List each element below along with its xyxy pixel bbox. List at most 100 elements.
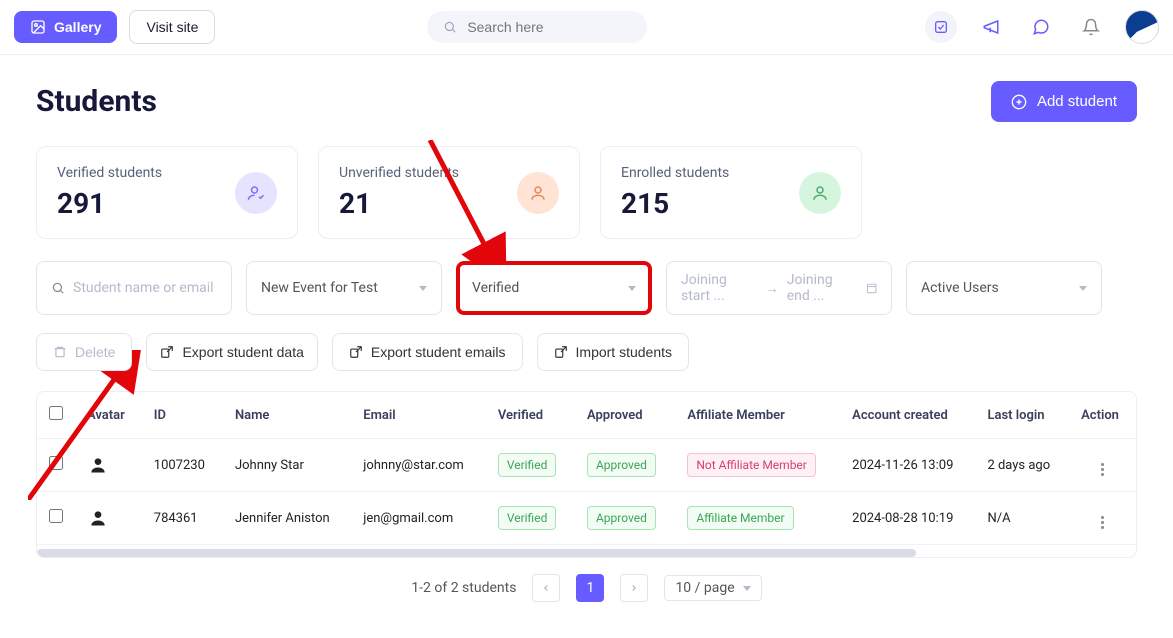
col-verified: Verified	[486, 392, 575, 439]
col-name: Name	[223, 392, 351, 439]
add-student-button[interactable]: Add student	[991, 81, 1137, 122]
student-search-placeholder: Student name or email	[73, 280, 214, 296]
chevron-right-icon	[629, 583, 639, 593]
user-status-value: Active Users	[921, 280, 999, 296]
table-row: 784361 Jennifer Aniston jen@gmail.com Ve…	[37, 492, 1136, 545]
cell-name: Johnny Star	[223, 439, 351, 492]
search-icon	[443, 19, 457, 35]
pager-summary: 1-2 of 2 students	[411, 580, 516, 596]
user-icon	[517, 172, 559, 214]
badge-verified: Verified	[498, 453, 557, 477]
stats-row: Verified students 291 Unverified student…	[36, 146, 1137, 239]
actions-row: Delete Export student data Export studen…	[36, 333, 1137, 371]
pagination: 1-2 of 2 students 1 10 / page	[36, 558, 1137, 618]
row-menu-button[interactable]	[1101, 516, 1104, 529]
col-id: ID	[142, 392, 223, 439]
brand-logo[interactable]	[1125, 10, 1159, 44]
user-status-select[interactable]: Active Users	[906, 261, 1102, 315]
verification-value: Verified	[472, 280, 519, 296]
visit-site-button[interactable]: Visit site	[129, 10, 215, 44]
export-emails-label: Export student emails	[371, 344, 506, 360]
badge-approved: Approved	[587, 453, 656, 477]
page-body: Students Add student Verified students 2…	[0, 55, 1173, 638]
student-search[interactable]: Student name or email	[36, 261, 232, 315]
avatar-icon	[87, 454, 109, 476]
stat-unverified: Unverified students 21	[318, 146, 580, 239]
import-label: Import students	[576, 344, 673, 360]
badge-affiliate: Not Affiliate Member	[687, 453, 816, 477]
badge-verified: Verified	[498, 506, 557, 530]
pager-page-1[interactable]: 1	[576, 574, 604, 602]
cell-email: jen@gmail.com	[351, 492, 486, 545]
global-search[interactable]	[427, 11, 647, 43]
stat-label: Unverified students	[339, 165, 459, 181]
chat-icon[interactable]	[1025, 11, 1057, 43]
date-end: Joining end ...	[787, 272, 858, 304]
col-action: Action	[1069, 392, 1136, 439]
plus-circle-icon	[1011, 94, 1027, 110]
user-check-icon	[235, 172, 277, 214]
pager-prev[interactable]	[532, 574, 560, 602]
event-select-value: New Event for Test	[261, 280, 378, 296]
date-start: Joining start ...	[681, 272, 757, 304]
share-icon[interactable]	[925, 11, 957, 43]
row-checkbox[interactable]	[49, 456, 63, 470]
table-row: 1007230 Johnny Star johnny@star.com Veri…	[37, 439, 1136, 492]
stat-label: Verified students	[57, 165, 162, 181]
global-search-input[interactable]	[467, 19, 631, 35]
gallery-label: Gallery	[54, 19, 101, 35]
stat-verified: Verified students 291	[36, 146, 298, 239]
verification-filter[interactable]: Verified	[456, 261, 652, 315]
search-icon	[51, 281, 65, 295]
add-student-label: Add student	[1037, 93, 1117, 110]
announce-icon[interactable]	[975, 11, 1007, 43]
students-table: Avatar ID Name Email Verified Approved A…	[36, 391, 1137, 558]
date-range-picker[interactable]: Joining start ... → Joining end ...	[666, 261, 892, 315]
trash-icon	[53, 345, 67, 359]
cell-id: 1007230	[142, 439, 223, 492]
image-icon	[30, 19, 46, 35]
horizontal-scrollbar[interactable]	[37, 549, 916, 557]
col-approved: Approved	[575, 392, 675, 439]
arrow-right-icon: →	[765, 280, 779, 297]
col-avatar: Avatar	[75, 392, 142, 439]
export-icon	[160, 345, 174, 359]
gallery-button[interactable]: Gallery	[14, 11, 117, 43]
stat-value: 215	[621, 187, 729, 220]
top-bar: Gallery Visit site	[0, 0, 1173, 55]
user-icon	[799, 172, 841, 214]
row-checkbox[interactable]	[49, 509, 63, 523]
badge-affiliate: Affiliate Member	[687, 506, 793, 530]
import-button[interactable]: Import students	[537, 333, 690, 371]
col-email: Email	[351, 392, 486, 439]
stat-value: 291	[57, 187, 162, 220]
cell-id: 784361	[142, 492, 223, 545]
chevron-left-icon	[541, 583, 551, 593]
event-select[interactable]: New Event for Test	[246, 261, 442, 315]
import-icon	[554, 345, 568, 359]
chevron-down-icon	[628, 286, 636, 291]
page-title: Students	[36, 84, 157, 119]
export-data-button[interactable]: Export student data	[146, 333, 317, 371]
col-created: Account created	[840, 392, 975, 439]
cell-email: johnny@star.com	[351, 439, 486, 492]
delete-button[interactable]: Delete	[36, 333, 132, 371]
select-all-checkbox[interactable]	[49, 406, 63, 420]
export-emails-button[interactable]: Export student emails	[332, 333, 523, 371]
badge-approved: Approved	[587, 506, 656, 530]
filters-row: Student name or email New Event for Test…	[36, 261, 1137, 315]
cell-last-login: N/A	[975, 492, 1069, 545]
delete-label: Delete	[75, 344, 115, 360]
cell-last-login: 2 days ago	[975, 439, 1069, 492]
pager-per-page[interactable]: 10 / page	[664, 575, 761, 601]
stat-value: 21	[339, 187, 459, 220]
table-header-row: Avatar ID Name Email Verified Approved A…	[37, 392, 1136, 439]
bell-icon[interactable]	[1075, 11, 1107, 43]
top-icons	[925, 10, 1159, 44]
col-affiliate: Affiliate Member	[675, 392, 840, 439]
cell-created: 2024-08-28 10:19	[840, 492, 975, 545]
avatar-icon	[87, 507, 109, 529]
export-data-label: Export student data	[182, 344, 303, 360]
row-menu-button[interactable]	[1101, 463, 1104, 476]
pager-next[interactable]	[620, 574, 648, 602]
